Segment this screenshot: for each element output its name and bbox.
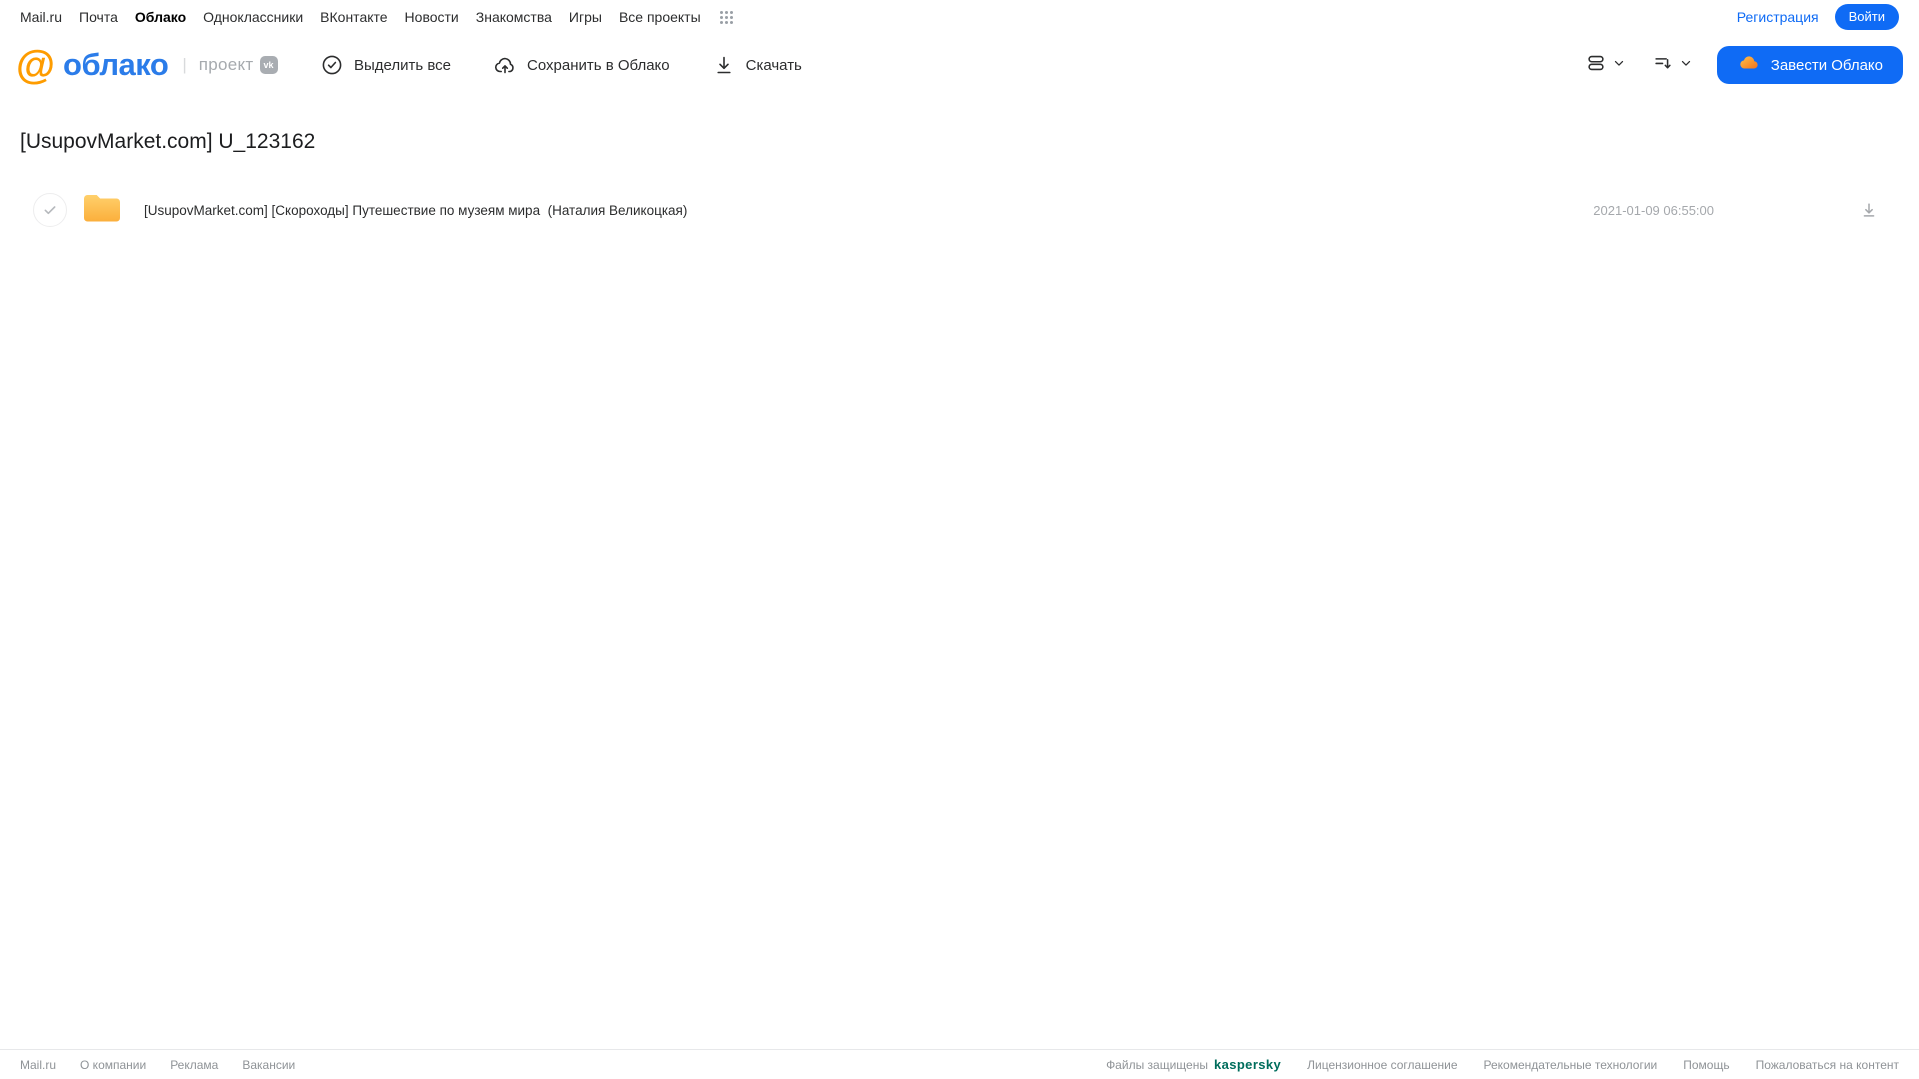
nav-vkontakte[interactable]: ВКонтакте [320,9,387,25]
login-button[interactable]: Войти [1834,4,1899,30]
get-cloud-button[interactable]: Завести Облако [1716,46,1903,84]
row-checkbox[interactable] [33,193,67,227]
main-content: [UsupovMarket.com] U_123162 [UsupovMarke… [0,130,1919,234]
footer-right: Файлы защищены kaspersky Лицензионное со… [1106,1057,1899,1072]
all-projects-grid-icon[interactable] [719,10,733,24]
footer-report-link[interactable]: Пожаловаться на контент [1756,1058,1899,1072]
select-all-button[interactable]: Выделить все [320,53,451,77]
file-list: [UsupovMarket.com] [Скороходы] Путешеств… [0,186,1919,234]
cloud-logo[interactable]: @ облако | проект vk [16,45,278,85]
toolbar: Выделить все Сохранить в Облако Скачать [320,34,802,96]
footer-help-link[interactable]: Помощь [1683,1058,1729,1072]
cloud-logo-text: облако [63,47,169,82]
download-button[interactable]: Скачать [712,53,802,77]
file-name[interactable]: [UsupovMarket.com] [Скороходы] Путешеств… [144,203,687,218]
protected-label: Файлы защищены [1106,1057,1208,1072]
check-icon [44,206,56,215]
footer-about-link[interactable]: О компании [80,1058,146,1072]
download-icon [712,53,736,77]
chevron-down-icon [1612,56,1626,75]
footer-ads-link[interactable]: Реклама [170,1058,218,1072]
logo-divider: | [182,55,187,74]
portal-nav: Mail.ru Почта Облако Одноклассники ВКонт… [0,0,1919,34]
header-right-controls: Завести Облако [1585,34,1903,96]
nav-pochta[interactable]: Почта [79,9,118,25]
sort-control[interactable] [1652,52,1693,79]
view-mode-control[interactable] [1585,52,1626,79]
nav-igry[interactable]: Игры [569,9,602,25]
footer-jobs-link[interactable]: Вакансии [242,1058,295,1072]
portal-nav-right: Регистрация Войти [1737,4,1899,30]
save-to-cloud-label: Сохранить в Облако [527,56,670,74]
vk-badge-icon: vk [259,56,278,74]
footer: Mail.ru О компании Реклама Вакансии Файл… [0,1049,1919,1079]
sort-icon [1652,52,1674,79]
nav-oblako[interactable]: Облако [135,9,186,25]
cloud-upload-icon [493,53,517,77]
project-label: проект [198,55,254,74]
nav-mailru[interactable]: Mail.ru [20,9,62,25]
file-row[interactable]: [UsupovMarket.com] [Скороходы] Путешеств… [0,186,1919,234]
file-date: 2021-01-09 06:55:00 [1593,202,1714,218]
nav-znakomstva[interactable]: Знакомства [476,9,552,25]
nav-odnoklassniki[interactable]: Одноклассники [203,9,303,25]
folder-icon [82,192,122,229]
row-download-icon[interactable] [1859,200,1879,220]
list-view-icon [1585,52,1607,79]
get-cloud-label: Завести Облако [1770,56,1883,74]
select-all-label: Выделить все [354,56,452,74]
cloud-header: @ облако | проект vk Выделить все Сохран… [0,34,1919,96]
nav-all-projects[interactable]: Все проекты [619,9,701,25]
mailru-at-icon: @ [16,43,56,87]
save-to-cloud-button[interactable]: Сохранить в Облако [493,53,670,77]
nav-novosti[interactable]: Новости [405,9,459,25]
kaspersky-protection: Файлы защищены kaspersky [1106,1057,1281,1072]
cloud-orange-icon [1737,51,1761,79]
chevron-down-icon [1679,56,1693,75]
download-label: Скачать [745,56,802,74]
footer-mailru-link[interactable]: Mail.ru [20,1058,56,1072]
footer-license-link[interactable]: Лицензионное соглашение [1307,1058,1457,1072]
page-title: [UsupovMarket.com] U_123162 [20,130,316,153]
check-circle-icon [320,53,344,77]
footer-recommendation-link[interactable]: Рекомендательные технологии [1484,1058,1658,1072]
register-link[interactable]: Регистрация [1737,9,1819,25]
kaspersky-logo[interactable]: kaspersky [1214,1057,1281,1072]
